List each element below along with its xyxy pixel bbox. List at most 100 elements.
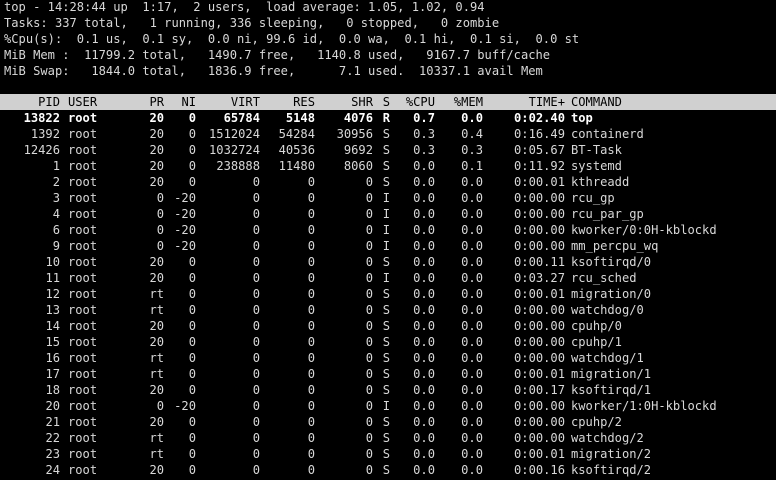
table-row[interactable]: 24 root 20 0 0 0 0 S 0.0 0.0 0:00.16 ksoftirqd/2 — [0, 462, 776, 478]
process-cpu: 0.0 — [413, 447, 435, 461]
process-mem: 0.0 — [461, 367, 483, 381]
table-row[interactable]: 2 root 20 0 0 0 0 S 0.0 0.0 0:00.01 kthreadd — [0, 174, 776, 190]
process-res: 54284 — [278, 127, 315, 141]
process-cpu: 0.0 — [413, 207, 435, 221]
table-row[interactable]: 11 root 20 0 0 0 0 I 0.0 0.0 0:03.27 rcu_sched — [0, 270, 776, 286]
process-command: kthreadd — [571, 175, 630, 189]
table-row[interactable]: 14 root 20 0 0 0 0 S 0.0 0.0 0:00.00 cpuhp/0 — [0, 318, 776, 334]
process-shr: 0 — [365, 239, 373, 253]
process-priority: 20 — [149, 255, 164, 269]
process-time: 0:16.49 — [514, 127, 565, 141]
process-time: 0:00.00 — [514, 223, 565, 237]
table-row[interactable]: 3 root 0 -20 0 0 0 I 0.0 0.0 0:00.00 rcu_gp — [0, 190, 776, 206]
process-mem: 0.0 — [461, 255, 483, 269]
process-time: 0:00.01 — [514, 447, 565, 461]
process-mem: 0.0 — [461, 383, 483, 397]
table-row[interactable]: 21 root 20 0 0 0 0 S 0.0 0.0 0:00.00 cpuhp/2 — [0, 414, 776, 430]
summary-tasks-line: Tasks: 337 total, 1 running, 336 sleepin… — [4, 16, 500, 30]
col-state: S — [382, 95, 390, 109]
table-row[interactable]: 1 root 20 0 238888 11480 8060 S 0.0 0.1 0:11.92 sys… — [0, 158, 776, 174]
process-nice: -20 — [174, 399, 196, 413]
col-shr: SHR — [351, 95, 373, 109]
terminal-screen[interactable]: top - 14:28:44 up 1:17, 2 users, load av… — [0, 0, 776, 480]
table-row[interactable]: 20 root 0 -20 0 0 0 I 0.0 0.0 0:00.00 kworker/1:0H-… — [0, 398, 776, 414]
table-row[interactable]: 17 root rt 0 0 0 0 S 0.0 0.0 0:00.01 migration/1 — [0, 366, 776, 382]
process-state: I — [382, 271, 390, 285]
process-virt: 0 — [252, 303, 260, 317]
table-row[interactable]: 23 root rt 0 0 0 0 S 0.0 0.0 0:00.01 migration/2 — [0, 446, 776, 462]
process-pid: 12 — [45, 287, 60, 301]
process-state: S — [382, 367, 390, 381]
process-pid: 23 — [45, 447, 60, 461]
process-nice: 0 — [188, 415, 196, 429]
table-row[interactable]: 1392 root 20 0 1512024 54284 30956 S 0.3 0.4 0:16.… — [0, 126, 776, 142]
table-row[interactable]: 13822 root 20 0 65784 5148 4076 R 0.7 0.0 0:02.40 t… — [0, 110, 776, 126]
process-virt: 0 — [252, 447, 260, 461]
process-command: rcu_gp — [571, 191, 615, 205]
process-pid: 4 — [52, 207, 60, 221]
process-mem: 0.0 — [461, 111, 483, 125]
process-user: root — [68, 175, 98, 189]
process-pid: 24 — [45, 463, 60, 477]
process-state: S — [382, 335, 390, 349]
process-state: S — [382, 447, 390, 461]
table-row[interactable]: 18 root 20 0 0 0 0 S 0.0 0.0 0:00.17 ksoftirqd/1 — [0, 382, 776, 398]
process-time: 0:00.00 — [514, 415, 565, 429]
process-shr: 0 — [365, 207, 373, 221]
process-shr: 0 — [365, 415, 373, 429]
process-cpu: 0.3 — [413, 127, 435, 141]
process-cpu: 0.0 — [413, 367, 435, 381]
table-row[interactable]: 9 root 0 -20 0 0 0 I 0.0 0.0 0:00.00 mm_percpu_wq — [0, 238, 776, 254]
process-shr: 0 — [365, 351, 373, 365]
process-state: I — [382, 239, 390, 253]
process-state: S — [382, 351, 390, 365]
process-shr: 0 — [365, 383, 373, 397]
table-row[interactable]: 4 root 0 -20 0 0 0 I 0.0 0.0 0:00.00 rcu_par_gp — [0, 206, 776, 222]
table-row[interactable]: 16 root rt 0 0 0 0 S 0.0 0.0 0:00.00 watchdog/1 — [0, 350, 776, 366]
process-pid: 13 — [45, 303, 60, 317]
process-priority: rt — [149, 431, 164, 445]
process-cpu: 0.3 — [413, 143, 435, 157]
process-virt: 0 — [252, 207, 260, 221]
process-priority: rt — [149, 303, 164, 317]
process-priority: 20 — [149, 415, 164, 429]
process-cpu: 0.0 — [413, 335, 435, 349]
process-time: 0:03.27 — [514, 271, 565, 285]
process-time: 0:00.00 — [514, 207, 565, 221]
process-time: 0:00.00 — [514, 351, 565, 365]
process-nice: 0 — [188, 143, 196, 157]
process-state: S — [382, 159, 390, 173]
process-cpu: 0.0 — [413, 303, 435, 317]
table-row[interactable]: 12426 root 20 0 1032724 40536 9692 S 0.3 0.3 0:05.… — [0, 142, 776, 158]
process-res: 0 — [307, 191, 315, 205]
process-nice: 0 — [188, 287, 196, 301]
table-row[interactable]: 12 root rt 0 0 0 0 S 0.0 0.0 0:00.01 migration/0 — [0, 286, 776, 302]
process-res: 0 — [307, 431, 315, 445]
table-row[interactable]: 15 root 20 0 0 0 0 S 0.0 0.0 0:00.00 cpuhp/1 — [0, 334, 776, 350]
process-virt: 0 — [252, 399, 260, 413]
process-pid: 21 — [45, 415, 60, 429]
table-row[interactable]: 6 root 0 -20 0 0 0 I 0.0 0.0 0:00.00 kworker/0:0H-k… — [0, 222, 776, 238]
process-cpu: 0.0 — [413, 287, 435, 301]
process-res: 0 — [307, 207, 315, 221]
process-state: S — [382, 383, 390, 397]
process-res: 0 — [307, 239, 315, 253]
process-user: root — [68, 399, 98, 413]
process-priority: rt — [149, 287, 164, 301]
process-priority: 20 — [149, 271, 164, 285]
process-mem: 0.0 — [461, 399, 483, 413]
process-nice: 0 — [188, 127, 196, 141]
process-mem: 0.0 — [461, 351, 483, 365]
summary-uptime-line: top - 14:28:44 up 1:17, 2 users, load av… — [4, 0, 485, 14]
summary-cpu-line: %Cpu(s): 0.1 us, 0.1 sy, 0.0 ni, 99.6 id… — [4, 32, 580, 46]
process-nice: -20 — [174, 207, 196, 221]
process-user: root — [68, 447, 98, 461]
process-user: root — [68, 351, 98, 365]
table-row[interactable]: 13 root rt 0 0 0 0 S 0.0 0.0 0:00.00 watchdog/0 — [0, 302, 776, 318]
col-pid: PID — [38, 95, 60, 109]
table-row[interactable]: 22 root rt 0 0 0 0 S 0.0 0.0 0:00.00 watchdog/2 — [0, 430, 776, 446]
col-ni: NI — [181, 95, 196, 109]
table-row[interactable]: 10 root 20 0 0 0 0 S 0.0 0.0 0:00.11 ksoftirqd/0 — [0, 254, 776, 270]
process-nice: 0 — [188, 351, 196, 365]
process-virt: 0 — [252, 239, 260, 253]
